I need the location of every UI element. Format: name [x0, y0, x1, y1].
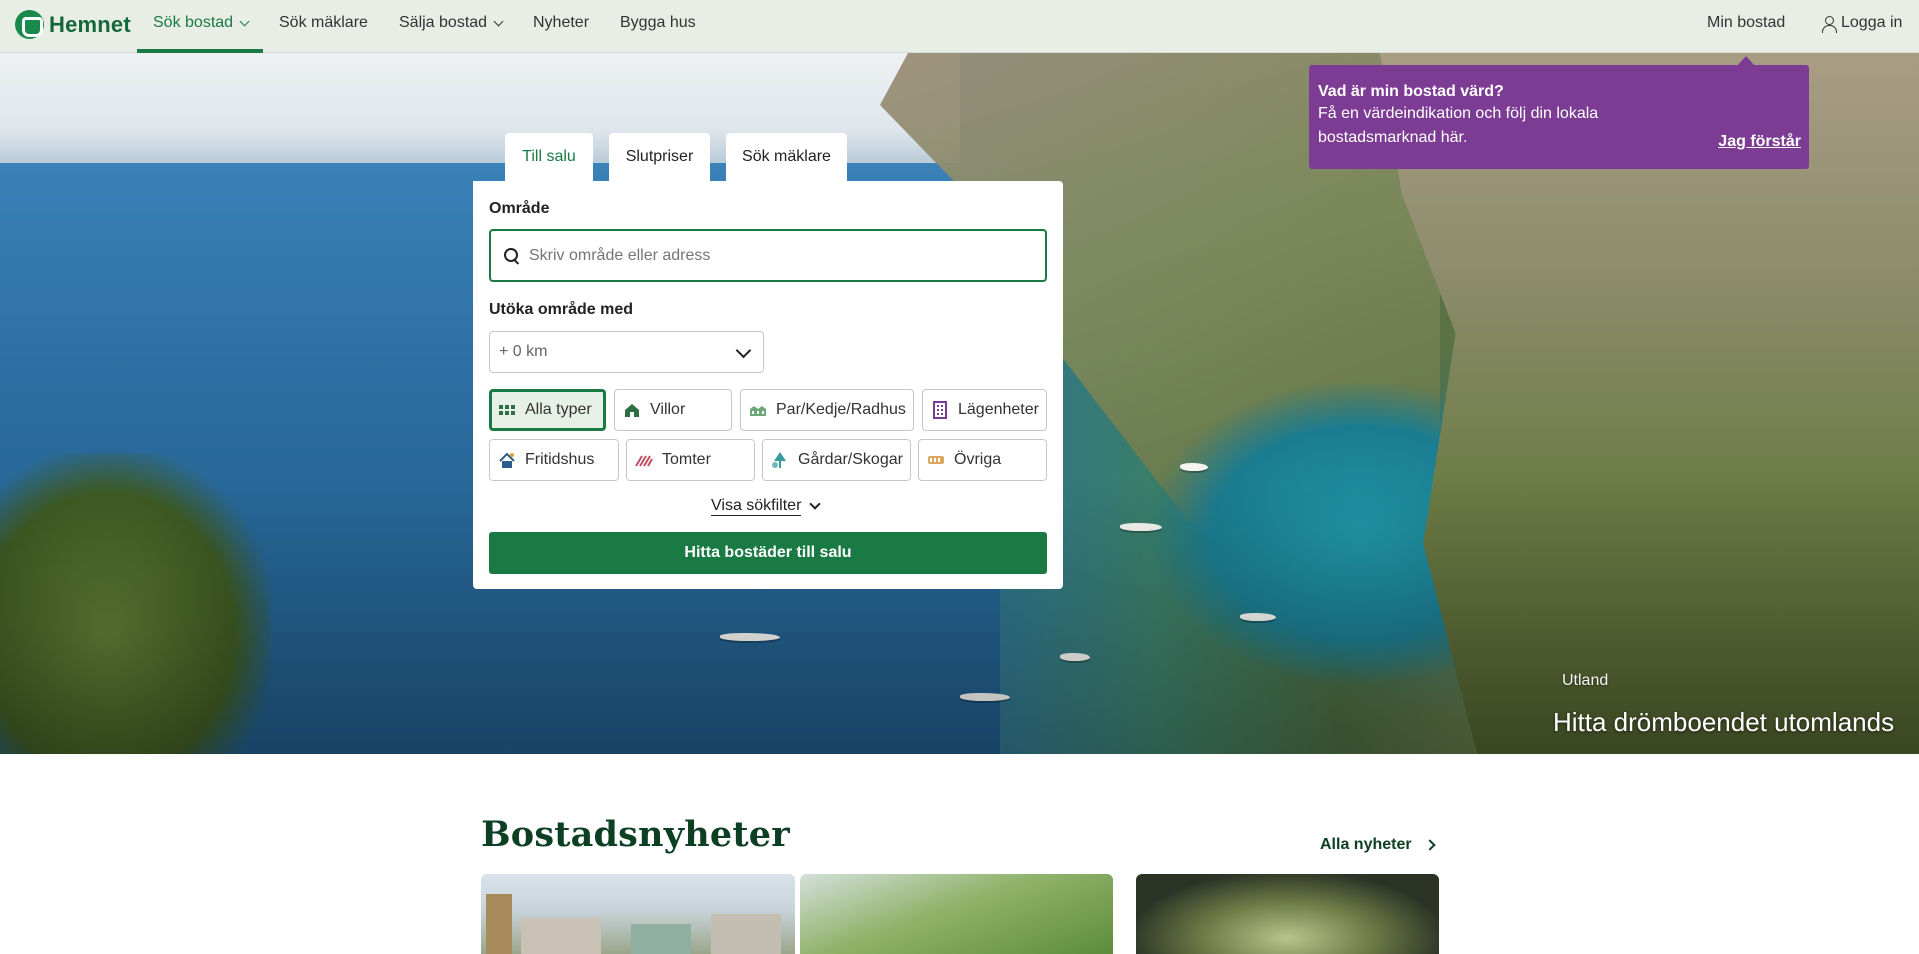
hemnet-logo[interactable]: Hemnet	[15, 10, 131, 39]
type-tomter[interactable]: Tomter	[626, 439, 755, 481]
tooltip-dismiss-button[interactable]: Jag förstår	[1718, 133, 1801, 151]
nav-salja-bostad[interactable]: Sälja bostad	[399, 14, 505, 32]
nav-salja-bostad-label: Sälja bostad	[399, 14, 488, 31]
type-ovriga[interactable]: Övriga	[918, 439, 1047, 481]
building	[486, 894, 512, 954]
news-card-image[interactable]	[1136, 874, 1439, 954]
nav-bygga-hus[interactable]: Bygga hus	[620, 14, 696, 32]
extend-area-value: + 0 km	[499, 343, 548, 360]
nav-sok-maklare-label: Sök mäklare	[279, 14, 368, 31]
login-button[interactable]: Logga in	[1820, 14, 1903, 33]
building	[521, 918, 601, 954]
search-submit-button[interactable]: Hitta bostäder till salu	[489, 532, 1047, 574]
building	[711, 914, 781, 954]
all-news-link[interactable]: Alla nyheter	[1320, 836, 1436, 854]
nav-bygga-hus-label: Bygga hus	[620, 14, 696, 31]
rowhouse-icon	[749, 401, 767, 419]
tab-till-salu[interactable]: Till salu	[505, 133, 593, 181]
type-villor[interactable]: Villor	[614, 389, 732, 431]
type-label: Gårdar/Skogar	[798, 451, 903, 468]
apartment-icon	[931, 401, 949, 419]
type-gardar-skogar[interactable]: Gårdar/Skogar	[762, 439, 911, 481]
area-search-field[interactable]	[489, 229, 1047, 282]
tab-sok-maklare[interactable]: Sök mäklare	[726, 133, 847, 181]
all-news-label: Alla nyheter	[1320, 836, 1412, 853]
nav-sok-bostad-label: Sök bostad	[153, 14, 234, 31]
extend-area-select[interactable]: + 0 km	[489, 331, 764, 373]
news-card-image[interactable]	[800, 874, 1113, 954]
user-icon	[1820, 15, 1837, 33]
building	[631, 924, 691, 954]
hemnet-logo-icon	[15, 10, 44, 39]
house-icon	[623, 401, 641, 419]
chevron-down-icon	[239, 16, 250, 26]
news-section-title: Bostadsnyheter	[481, 814, 790, 855]
tab-slutpriser[interactable]: Slutpriser	[609, 133, 710, 181]
tooltip-title: Vad är min bostad värd?	[1318, 83, 1504, 100]
type-label: Villor	[650, 401, 686, 418]
logo-text: Hemnet	[49, 11, 131, 37]
value-tooltip: Vad är min bostad värd? Få en värdeindik…	[1309, 56, 1809, 169]
area-search-input[interactable]	[529, 246, 1029, 265]
hero-caption-link[interactable]: Hitta drömboendet utomlands	[1553, 707, 1894, 738]
nav-sok-bostad[interactable]: Sök bostad	[153, 14, 251, 32]
type-label: Övriga	[954, 451, 1002, 468]
tooltip-body: Få en värdeindikation och följ din lokal…	[1318, 105, 1599, 146]
chevron-down-icon	[809, 498, 822, 510]
type-label: Lägenheter	[958, 401, 1039, 418]
tree-icon	[771, 451, 789, 469]
nav-nyheter-label: Nyheter	[533, 14, 590, 31]
type-label: Alla typer	[525, 401, 592, 418]
type-radhus[interactable]: Par/Kedje/Radhus	[740, 389, 914, 431]
search-icon	[504, 247, 520, 264]
type-label: Par/Kedje/Radhus	[776, 401, 906, 418]
type-fritidshus[interactable]: Fritidshus	[489, 439, 619, 481]
type-alla-typer[interactable]: Alla typer	[489, 389, 606, 431]
top-navigation: Hemnet Sök bostad Sök mäklare Sälja bost…	[0, 0, 1919, 53]
show-filters-label: Visa sökfilter	[711, 497, 802, 516]
type-lagenheter[interactable]: Lägenheter	[922, 389, 1047, 431]
hero-caption-label: Utland	[1562, 672, 1609, 689]
other-icon	[927, 451, 945, 469]
chevron-right-icon	[1423, 839, 1436, 851]
chevron-down-icon	[735, 342, 752, 359]
news-card-image[interactable]	[481, 874, 795, 954]
type-label: Fritidshus	[525, 451, 595, 468]
nav-nyheter[interactable]: Nyheter	[533, 14, 589, 32]
search-panel: Område Utöka område med + 0 km Alla type…	[473, 181, 1063, 589]
cottage-icon	[498, 451, 516, 469]
login-label: Logga in	[1841, 14, 1903, 31]
grid-icon	[498, 401, 516, 419]
show-filters-link[interactable]: Visa sökfilter	[711, 497, 822, 516]
nav-sok-maklare[interactable]: Sök mäklare	[279, 14, 368, 32]
nav-min-bostad-label: Min bostad	[1707, 14, 1786, 31]
type-label: Tomter	[662, 451, 711, 468]
area-label: Område	[489, 200, 550, 217]
nav-min-bostad[interactable]: Min bostad	[1707, 14, 1785, 32]
plot-icon	[635, 451, 653, 469]
extend-area-label: Utöka område med	[489, 301, 634, 318]
chevron-down-icon	[493, 16, 504, 26]
